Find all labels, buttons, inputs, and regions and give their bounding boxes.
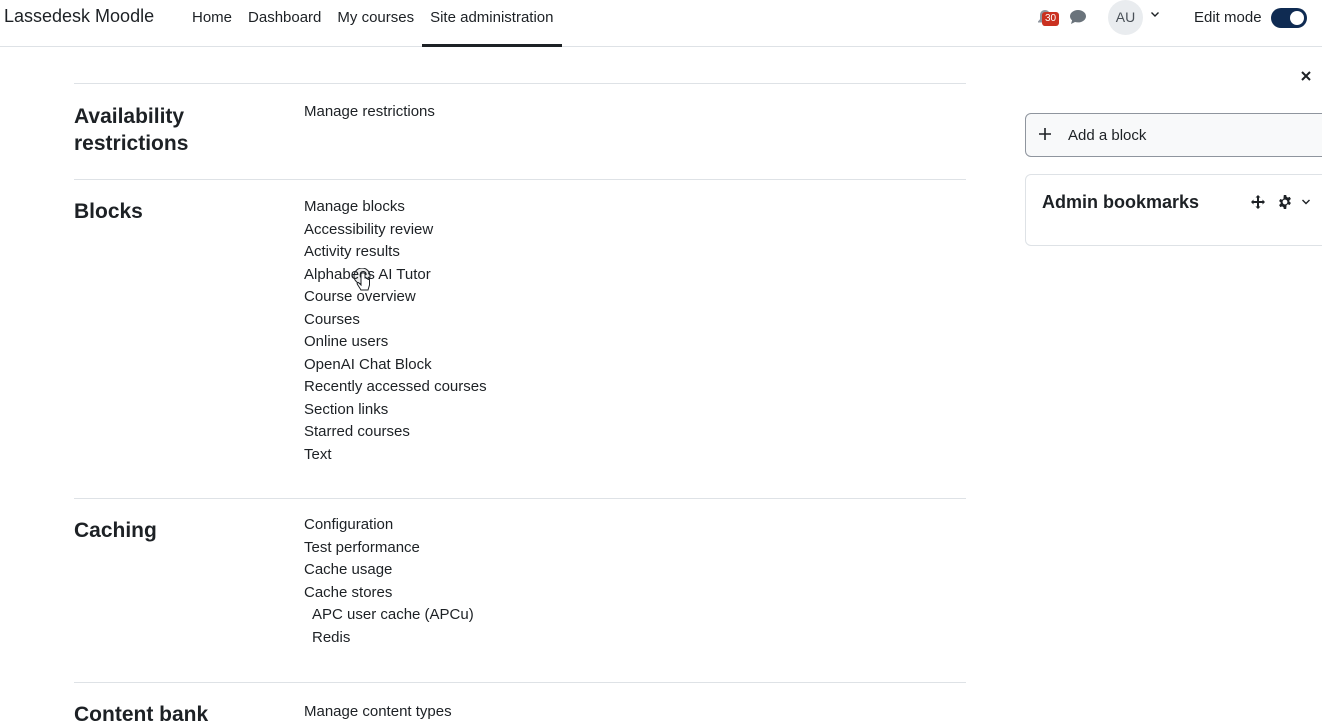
link-alphabees-ai-tutor[interactable]: Alphabees AI Tutor [304, 264, 966, 287]
link-text[interactable]: Text [304, 444, 966, 467]
chevron-down-icon[interactable] [1150, 9, 1160, 19]
messages-icon[interactable] [1069, 9, 1087, 25]
edit-mode-label: Edit mode [1194, 9, 1262, 26]
gear-icon[interactable] [1277, 194, 1293, 210]
link-apcu-cache[interactable]: APC user cache (APCu) [304, 604, 966, 627]
section-links: Manage restrictions [304, 101, 966, 179]
link-starred-courses[interactable]: Starred courses [304, 421, 966, 444]
link-section-links[interactable]: Section links [304, 399, 966, 422]
admin-category-list: Availability restrictions Manage restric… [74, 83, 966, 726]
edit-mode-toggle[interactable] [1271, 8, 1307, 28]
section-heading: Blocks [74, 200, 143, 223]
link-manage-restrictions[interactable]: Manage restrictions [304, 101, 966, 124]
link-activity-results[interactable]: Activity results [304, 241, 966, 264]
nav-dashboard[interactable]: Dashboard [240, 0, 329, 46]
add-block-label: Add a block [1068, 127, 1147, 144]
link-recently-accessed-courses[interactable]: Recently accessed courses [304, 376, 966, 399]
section-heading: Availability restrictions [74, 105, 189, 155]
block-title: Admin bookmarks [1042, 192, 1200, 212]
section-links: Manage blocks Accessibility review Activ… [304, 196, 966, 498]
chevron-down-icon[interactable] [1301, 197, 1311, 207]
top-navbar: Lassedesk Moodle Home Dashboard My cours… [0, 0, 1322, 47]
hand-pointer-cursor-icon [353, 268, 371, 291]
link-cache-usage[interactable]: Cache usage [304, 559, 966, 582]
link-manage-content-types[interactable]: Manage content types [304, 701, 966, 724]
link-online-users[interactable]: Online users [304, 331, 966, 354]
close-icon[interactable] [1298, 68, 1314, 84]
section-links: Manage content types [304, 701, 966, 722]
link-configuration[interactable]: Configuration [304, 514, 966, 537]
section-links: Configuration Test performance Cache usa… [304, 514, 966, 682]
section-availability-restrictions: Availability restrictions Manage restric… [74, 83, 966, 179]
notification-count-badge: 30 [1042, 12, 1060, 26]
link-accessibility-review[interactable]: Accessibility review [304, 219, 966, 242]
admin-bookmarks-block: Admin bookmarks [1025, 174, 1322, 246]
move-icon[interactable] [1250, 194, 1266, 210]
site-brand[interactable]: Lassedesk Moodle [4, 6, 154, 27]
nav-my-courses[interactable]: My courses [329, 0, 422, 46]
section-caching: Caching Configuration Test performance C… [74, 498, 966, 682]
user-avatar[interactable]: AU [1108, 0, 1143, 35]
link-cache-stores[interactable]: Cache stores [304, 582, 966, 605]
section-heading: Caching [74, 519, 157, 542]
link-courses[interactable]: Courses [304, 309, 966, 332]
primary-navigation: Home Dashboard My courses Site administr… [184, 0, 562, 47]
section-content-bank: Content bank Manage content types [74, 682, 966, 726]
link-manage-blocks[interactable]: Manage blocks [304, 196, 966, 219]
plus-icon [1039, 128, 1051, 140]
section-blocks: Blocks Manage blocks Accessibility revie… [74, 179, 966, 498]
link-test-performance[interactable]: Test performance [304, 537, 966, 560]
link-course-overview[interactable]: Course overview [304, 286, 966, 309]
section-heading: Content bank [74, 703, 209, 726]
nav-site-administration[interactable]: Site administration [422, 0, 562, 47]
add-block-button[interactable]: Add a block [1025, 113, 1322, 157]
link-openai-chat-block[interactable]: OpenAI Chat Block [304, 354, 966, 377]
link-redis[interactable]: Redis [304, 627, 966, 650]
nav-home[interactable]: Home [184, 0, 240, 46]
